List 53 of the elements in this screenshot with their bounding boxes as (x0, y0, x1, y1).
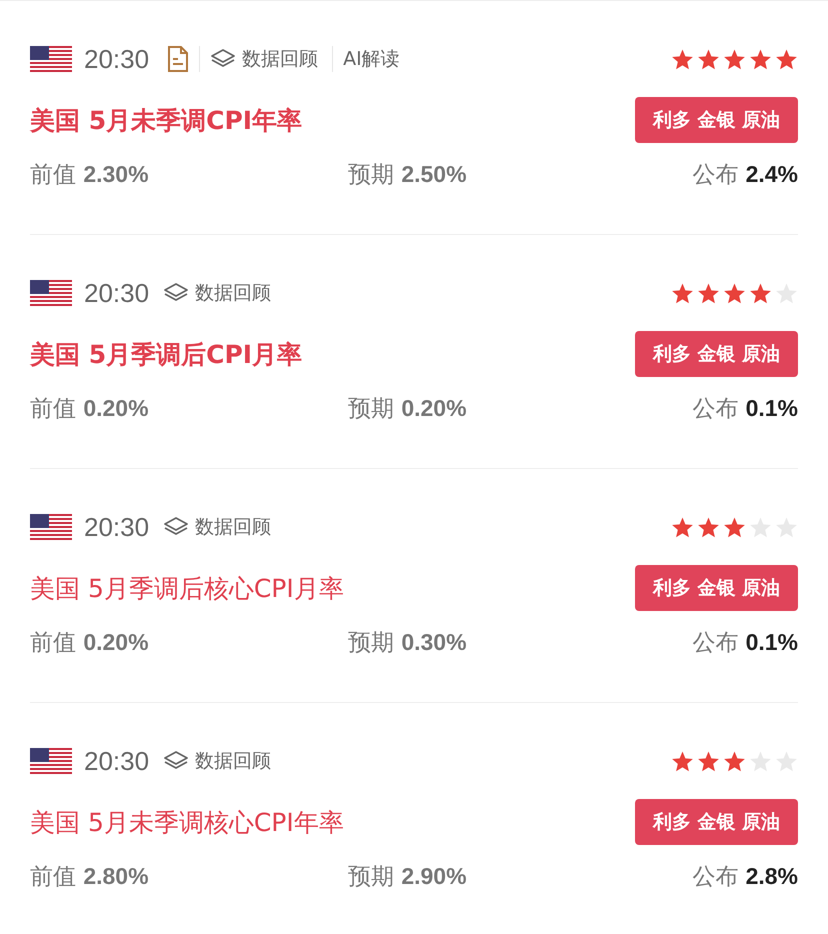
event-title[interactable]: 美国 5月未季调CPI年率 (30, 104, 302, 136)
filled-star-icon (697, 750, 720, 772)
filled-star-icon (723, 750, 746, 772)
forecast-value: 预期 2.50% (348, 160, 468, 190)
filled-star-icon (723, 516, 746, 538)
filled-star-icon (723, 48, 746, 70)
filled-star-icon (775, 48, 798, 70)
impact-tag: 利多 金银 原油 (634, 331, 798, 377)
us-flag-icon (30, 748, 72, 774)
actual-value: 公布 0.1% (692, 628, 798, 658)
filled-star-icon (671, 48, 694, 70)
filled-star-icon (697, 516, 720, 538)
actual-value: 公布 2.4% (692, 160, 798, 190)
filled-star-icon (723, 282, 746, 304)
impact-tag: 利多 金银 原油 (634, 97, 798, 143)
forecast-value: 预期 0.30% (348, 628, 468, 658)
filled-star-icon (671, 750, 694, 772)
us-flag-icon (30, 280, 72, 306)
filled-star-icon (697, 282, 720, 304)
us-flag-icon (30, 514, 72, 540)
event-time: 20:30 (84, 512, 150, 542)
filled-star-icon (697, 48, 720, 70)
forecast-value: 预期 2.90% (348, 862, 468, 892)
layers-icon (163, 282, 190, 304)
filled-star-icon (671, 282, 694, 304)
previous-value: 前值 2.30% (30, 160, 150, 190)
impact-tag: 利多 金银 原油 (634, 565, 798, 611)
data-review-link[interactable]: 数据回顾 (163, 748, 286, 774)
event-time: 20:30 (84, 278, 150, 308)
event-title[interactable]: 美国 5月未季调核心CPI年率 (30, 806, 344, 838)
impact-tag: 利多 金银 原油 (634, 799, 798, 845)
actual-value: 公布 0.1% (692, 394, 798, 424)
layers-icon (163, 516, 190, 538)
previous-value: 前值 0.20% (30, 628, 150, 658)
actual-value: 公布 2.8% (692, 862, 798, 892)
previous-value: 前值 2.80% (30, 862, 150, 892)
filled-star-icon (749, 282, 772, 304)
event-title[interactable]: 美国 5月季调后CPI月率 (30, 338, 302, 370)
data-review-link[interactable]: 数据回顾 (163, 514, 286, 540)
ai-reading-link[interactable]: AI解读 (332, 46, 414, 72)
data-review-link[interactable]: 数据回顾 (199, 46, 332, 72)
layers-icon (210, 48, 236, 70)
previous-value: 前值 0.20% (30, 394, 150, 424)
event-time: 20:30 (84, 746, 150, 776)
forecast-value: 预期 0.20% (348, 394, 468, 424)
us-flag-icon (30, 46, 72, 72)
filled-star-icon (749, 48, 772, 70)
document-icon[interactable] (167, 46, 190, 72)
layers-icon (163, 750, 190, 772)
filled-star-icon (671, 516, 694, 538)
data-review-link[interactable]: 数据回顾 (163, 280, 286, 306)
event-time: 20:30 (84, 44, 150, 74)
event-title[interactable]: 美国 5月季调后核心CPI月率 (30, 572, 344, 604)
